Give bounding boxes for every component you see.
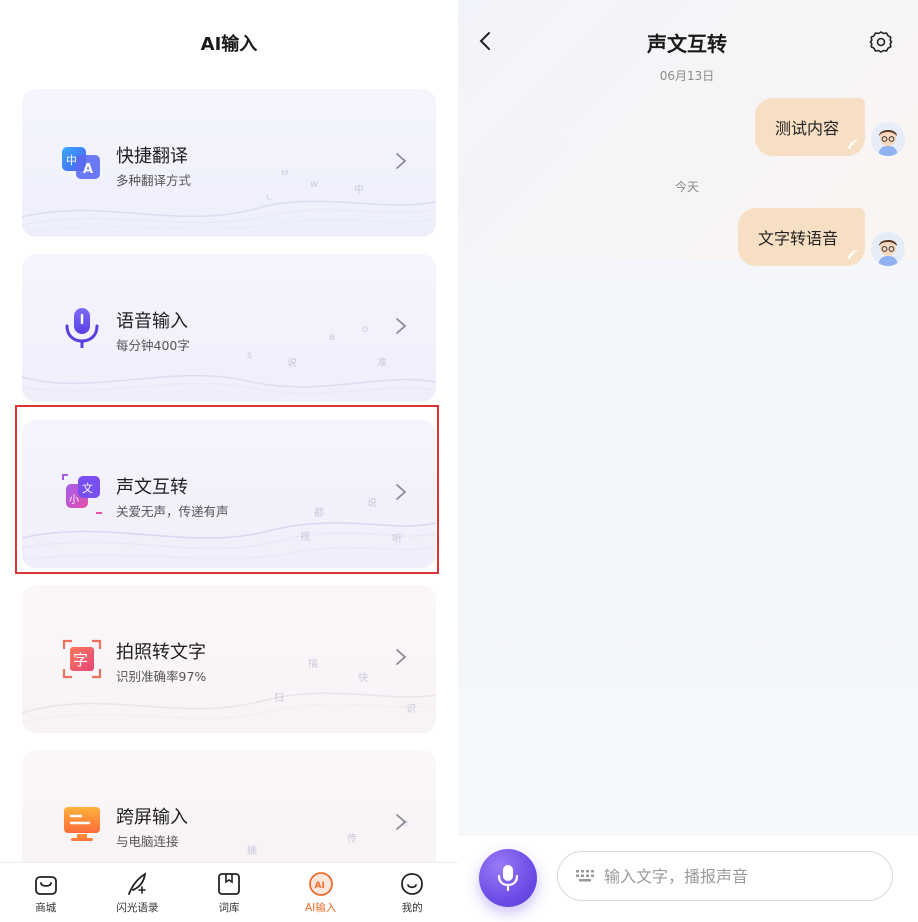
card-subtitle: 每分钟400字 — [116, 338, 190, 353]
nav-label: 我的 — [401, 902, 423, 914]
deco-glyph: 识 — [406, 704, 416, 715]
deco-glyph: 快 — [358, 673, 368, 684]
nav-item-ai-input[interactable]: AI AI输入 — [275, 863, 367, 922]
message-date: 06月13日 — [659, 69, 715, 83]
card-title: 跨屏输入 — [116, 807, 188, 828]
deco-glyph: a — [329, 332, 336, 343]
text-input-field[interactable] — [557, 851, 893, 901]
message-date: 今天 — [674, 180, 699, 194]
svg-text:小: 小 — [69, 494, 79, 506]
deco-glyph: w — [310, 179, 319, 190]
nav-label: 商城 — [35, 902, 57, 914]
card-title: 语音输入 — [116, 311, 188, 332]
message-text: 文字转语音 — [758, 229, 839, 248]
deco-glyph: 听 — [392, 534, 402, 545]
svg-text:文: 文 — [82, 481, 93, 495]
deco-glyph: 说 — [287, 358, 297, 369]
deco-glyph: 中 — [354, 185, 364, 196]
wave-decoration — [22, 374, 436, 394]
deco-glyph: 视 — [300, 532, 310, 543]
card-subtitle: 与电脑连接 — [116, 834, 179, 849]
card-voice-input[interactable]: s 说 准 a o 语音输入 每分钟400字 — [22, 254, 436, 402]
deco-glyph: ㅂ — [280, 168, 290, 179]
microphone-button[interactable] — [479, 849, 537, 907]
deco-glyph: 说 — [367, 498, 377, 509]
page-title: 声文互转 — [647, 32, 727, 56]
nav-label: 闪光语录 — [116, 902, 159, 914]
card-subtitle: 多种翻译方式 — [116, 173, 192, 188]
card-subtitle: 识别准确率97% — [116, 669, 207, 684]
chevron-right-icon — [396, 484, 407, 500]
microphone-icon — [65, 308, 99, 348]
message-text: 测试内容 — [775, 119, 840, 138]
keyboard-icon — [576, 870, 594, 882]
nav-item-quotes[interactable]: 闪光语录 — [92, 863, 184, 922]
wave-decoration — [22, 522, 436, 561]
monitor-icon — [64, 807, 100, 841]
deco-glyph: s — [247, 350, 253, 361]
card-voice-text-convert[interactable]: 都 视 听 说 文 小 声文互转 关爱无声，传递有声 — [22, 420, 436, 568]
feather-pen-icon — [128, 872, 147, 895]
wave-decoration — [22, 200, 436, 233]
card-quick-translate[interactable]: ㅂ w 中 ㄴ 中 A 快捷翻译 多种翻译方式 — [22, 89, 436, 237]
ai-input-screen: AI输入 ㅂ w 中 ㄴ 中 A 快捷翻译 多种翻译方式 s 说 准 a o 语… — [0, 0, 458, 922]
nav-item-shop[interactable]: 商城 — [0, 863, 92, 922]
svg-text:AI: AI — [314, 881, 324, 891]
message-bubble[interactable]: 文字转语音 — [738, 208, 865, 266]
card-photo-to-text[interactable]: 扫 识 快 描 字 拍照转文字 识别准确率97% — [22, 585, 436, 733]
bottom-navigation: 商城 闪光语录 词库 AI AI输入 我的 — [0, 862, 458, 922]
chevron-right-icon — [396, 814, 407, 830]
user-avatar-icon — [871, 232, 905, 266]
user-avatar-icon — [871, 122, 905, 156]
chevron-right-icon — [396, 649, 407, 665]
svg-text:中: 中 — [66, 154, 77, 167]
svg-text:A: A — [83, 162, 93, 177]
deco-glyph: 输 — [247, 846, 257, 857]
deco-glyph: 都 — [314, 508, 324, 519]
deco-glyph: 传 — [347, 834, 357, 845]
translate-icon: 中 A — [62, 147, 100, 179]
deco-glyph: ㄴ — [265, 193, 275, 204]
nav-item-mine[interactable]: 我的 — [366, 863, 458, 922]
shop-bag-icon — [34, 876, 57, 895]
message-bubble[interactable]: 测试内容 — [755, 98, 865, 156]
microphone-icon — [497, 865, 519, 892]
card-title: 快捷翻译 — [116, 146, 188, 167]
deco-glyph: 准 — [377, 358, 387, 369]
voice-text-chat-screen: 声文互转 06月13日 测试内容 今天 文字转语音 — [458, 0, 918, 922]
voice-text-convert-icon: 文 小 — [62, 474, 102, 514]
deco-glyph: 扫 — [274, 693, 284, 704]
message-input[interactable] — [604, 866, 884, 886]
chevron-right-icon — [396, 153, 407, 169]
svg-text:字: 字 — [73, 651, 88, 669]
sound-wave-icon — [848, 140, 858, 150]
nav-item-lexicon[interactable]: 词库 — [183, 863, 275, 922]
deco-glyph: 描 — [308, 659, 318, 670]
wave-decoration — [22, 692, 436, 724]
avatar — [871, 122, 905, 156]
nav-label: AI输入 — [304, 902, 337, 914]
avatar — [871, 232, 905, 266]
card-title: 拍照转文字 — [116, 642, 206, 663]
photo-text-icon: 字 — [62, 639, 102, 679]
chevron-right-icon — [396, 318, 407, 334]
smiley-icon — [401, 873, 424, 895]
nav-label: 词库 — [218, 902, 240, 914]
ai-input-icon: AI — [308, 872, 333, 896]
input-bar — [458, 836, 918, 922]
deco-glyph: o — [362, 324, 369, 335]
card-subtitle: 关爱无声，传递有声 — [116, 504, 229, 519]
gear-icon[interactable] — [869, 30, 893, 54]
book-icon — [218, 873, 240, 895]
sound-wave-icon — [848, 250, 858, 260]
page-title: AI输入 — [200, 34, 258, 55]
card-title: 声文互转 — [116, 477, 188, 498]
